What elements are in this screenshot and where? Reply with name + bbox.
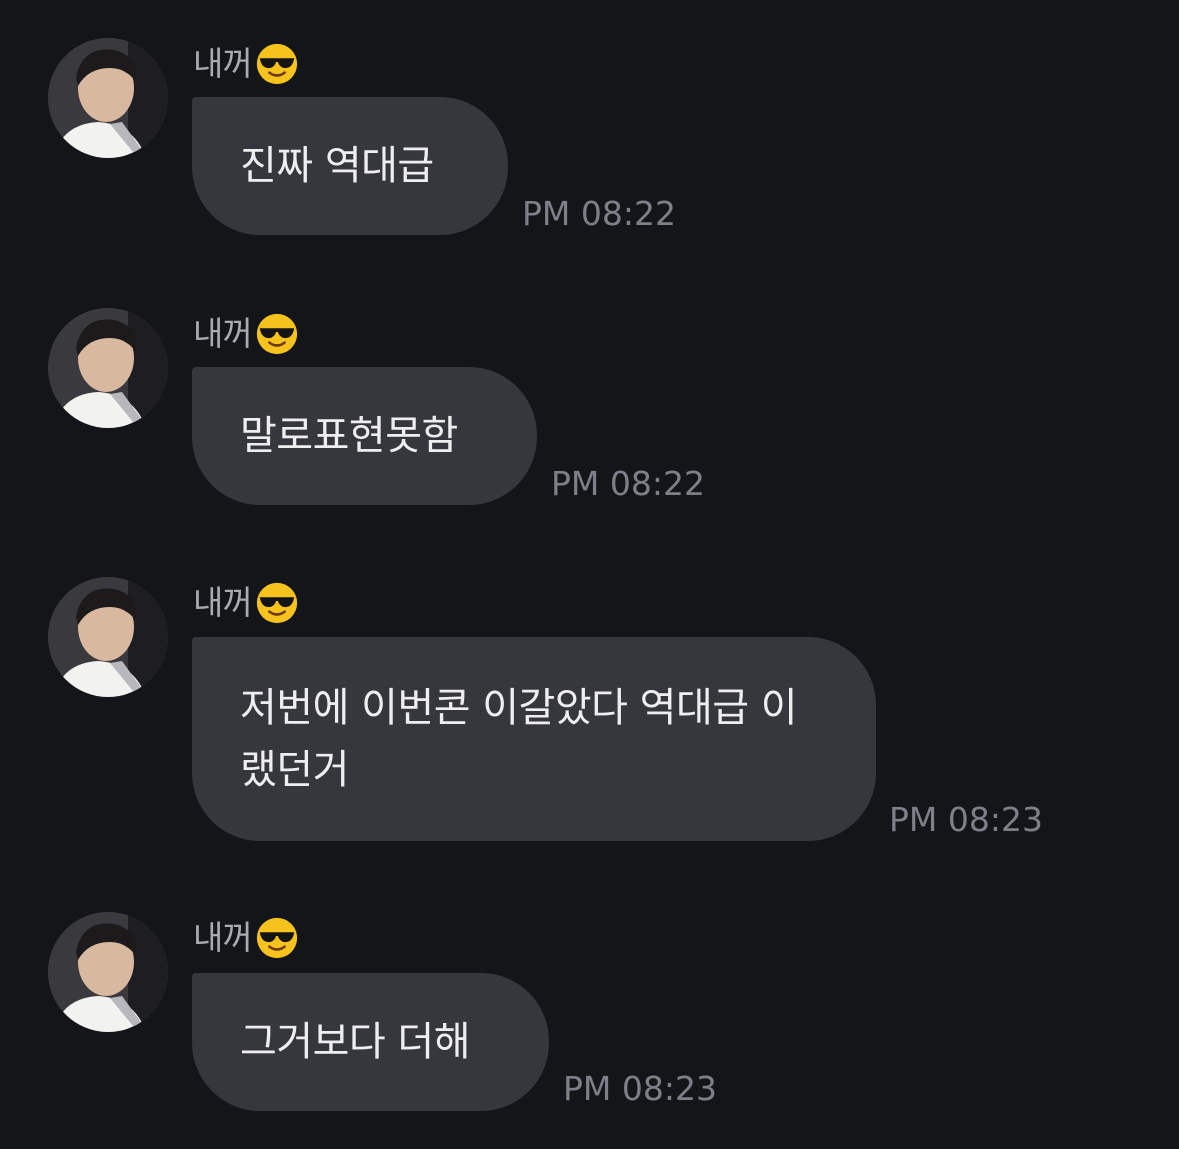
sender-name: 내꺼	[193, 313, 253, 353]
message-text: 그거보다 더해	[240, 1019, 471, 1065]
sunglasses-face-icon	[254, 40, 300, 86]
message-text: 말로표현못함	[240, 413, 458, 459]
avatar[interactable]	[48, 308, 168, 428]
message-bubble[interactable]: 저번에 이번콘 이갈았다 역대급 이랬던거	[192, 637, 876, 841]
message-bubble[interactable]: 그거보다 더해	[192, 973, 549, 1111]
message-text: 진짜 역대급	[240, 143, 434, 189]
sunglasses-face-icon	[254, 579, 300, 625]
sunglasses-face-icon	[254, 310, 300, 356]
sender-name: 내꺼	[193, 917, 253, 957]
message-time: PM 08:23	[563, 1069, 717, 1108]
sender-row: 내꺼	[193, 912, 300, 962]
sender-row: 내꺼	[193, 38, 300, 88]
message-time: PM 08:22	[551, 464, 705, 503]
message-text: 저번에 이번콘 이갈았다 역대급 이랬던거	[240, 685, 798, 793]
avatar[interactable]	[48, 577, 168, 697]
message-bubble[interactable]: 진짜 역대급	[192, 97, 508, 235]
sender-row: 내꺼	[193, 577, 300, 627]
profile-photo-icon	[48, 577, 168, 697]
avatar[interactable]	[48, 912, 168, 1032]
message-time: PM 08:23	[889, 800, 1043, 839]
profile-photo-icon	[48, 308, 168, 428]
message-time: PM 08:22	[522, 194, 676, 233]
profile-photo-icon	[48, 38, 168, 158]
avatar[interactable]	[48, 38, 168, 158]
sender-row: 내꺼	[193, 308, 300, 358]
sender-name: 내꺼	[193, 43, 253, 83]
message-bubble[interactable]: 말로표현못함	[192, 367, 537, 505]
sender-name: 내꺼	[193, 582, 253, 622]
sunglasses-face-icon	[254, 914, 300, 960]
profile-photo-icon	[48, 912, 168, 1032]
